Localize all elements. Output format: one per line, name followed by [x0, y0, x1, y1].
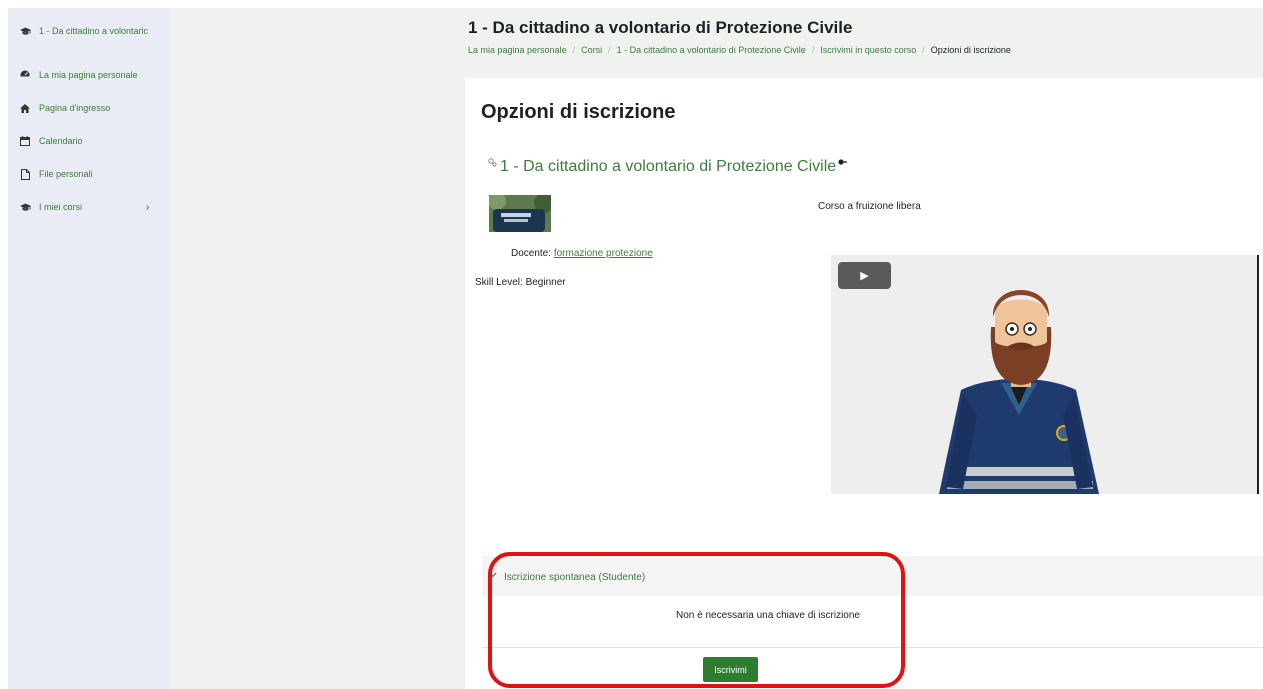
sidebar-item-label: 1 - Da cittadino a volontaric [39, 26, 149, 36]
play-icon: ▶ [860, 270, 869, 282]
enrol-button[interactable]: Iscrivimi [703, 657, 758, 682]
sidebar-item-files[interactable]: File personali [8, 165, 93, 183]
course-teacher: Docente: formazione protezione [511, 248, 653, 259]
course-name[interactable]: 1 - Da cittadino a volontario di Protezi… [500, 158, 836, 176]
sidebar-item-label: File personali [39, 169, 93, 179]
breadcrumb-separator: / [922, 45, 925, 55]
sidebar-item-label: La mia pagina personale [39, 70, 138, 80]
breadcrumb-enrol[interactable]: Iscrivimi in questo corso [820, 45, 916, 55]
breadcrumb-dashboard[interactable]: La mia pagina personale [468, 45, 567, 55]
breadcrumb-separator: / [811, 45, 815, 55]
sidebar-item-label: I miei corsi [39, 202, 83, 212]
course-summary: Corso a fruizione libera [818, 201, 921, 212]
graduation-cap-icon [14, 203, 36, 212]
breadcrumb-courses[interactable]: Corsi [581, 45, 602, 55]
teacher-name-link[interactable]: formazione protezione [554, 248, 653, 259]
teacher-label: Docente: [511, 248, 552, 259]
enrolment-method-body [482, 596, 1263, 648]
chevron-right-icon[interactable]: › [146, 202, 149, 213]
sidebar-item-calendar[interactable]: Calendario [8, 132, 83, 150]
course-thumbnail [489, 195, 551, 232]
breadcrumb-current: Opzioni di iscrizione [930, 45, 1011, 55]
sidebar-item-home[interactable]: Pagina d'ingresso [8, 99, 110, 117]
calendar-icon [14, 136, 36, 146]
play-button[interactable]: ▶ [838, 262, 891, 289]
enrolment-method-title: Iscrizione spontanea (Studente) [504, 572, 646, 583]
sidebar-item-label: Calendario [39, 136, 83, 146]
skill-level: Skill Level: Beginner [475, 277, 566, 288]
dashboard-icon [14, 70, 36, 80]
breadcrumb-course[interactable]: 1 - Da cittadino a volontario di Protezi… [617, 45, 806, 55]
video-player[interactable]: ▶ [831, 255, 1259, 494]
breadcrumb-separator: / [572, 45, 576, 55]
graduation-cap-icon [14, 27, 36, 36]
guest-access-icon [838, 158, 848, 168]
course-link-icon [488, 158, 497, 169]
sidebar-item-dashboard[interactable]: La mia pagina personale [8, 66, 138, 84]
breadcrumb-separator: / [608, 45, 611, 55]
collapse-chevron-icon[interactable] [489, 571, 497, 582]
home-icon [14, 103, 36, 113]
page: 1 - Da cittadino a volontaric La mia pag… [0, 0, 1263, 689]
file-icon [14, 168, 36, 180]
page-header-title: 1 - Da cittadino a volontario di Protezi… [468, 18, 853, 37]
enrolment-key-note: Non è necessaria una chiave di iscrizion… [676, 610, 860, 621]
page-title: Opzioni di iscrizione [481, 101, 676, 123]
sidebar-item-course[interactable]: 1 - Da cittadino a volontaric [8, 22, 148, 40]
cartoon-character-image [831, 255, 1257, 494]
sidebar-nav: 1 - Da cittadino a volontaric La mia pag… [8, 8, 170, 689]
sidebar-item-label: Pagina d'ingresso [39, 103, 111, 113]
breadcrumb: La mia pagina personale / Corsi / 1 - Da… [468, 45, 1011, 55]
sidebar-item-my-courses[interactable]: I miei corsi › [8, 198, 149, 216]
course-heading[interactable]: 1 - Da cittadino a volontario di Protezi… [488, 158, 848, 176]
